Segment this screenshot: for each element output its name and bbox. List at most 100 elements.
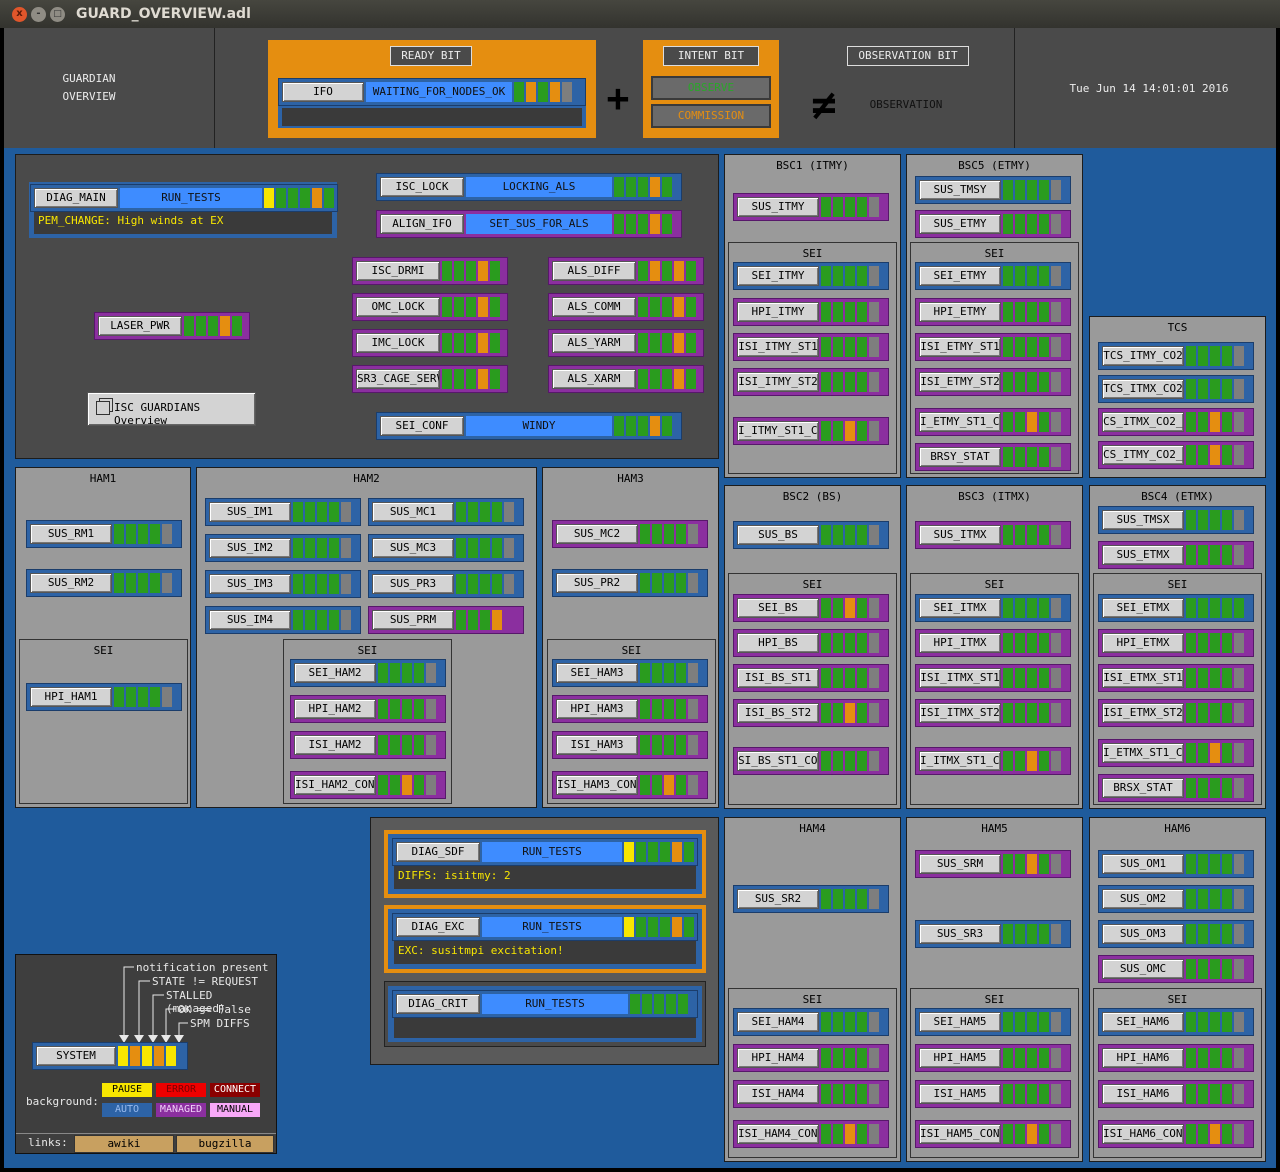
awiki-link[interactable]: awiki xyxy=(74,1135,174,1153)
sei-ham6-button[interactable]: SEI_HAM6 xyxy=(1102,1012,1184,1032)
isi-ham3-button[interactable]: ISI_HAM3 xyxy=(556,735,638,755)
hpi-ham5-button[interactable]: HPI_HAM5 xyxy=(919,1048,1001,1068)
brsx-stat-button[interactable]: BRSX_STAT xyxy=(1102,778,1184,798)
hpi-itmx-button[interactable]: HPI_ITMX xyxy=(919,633,1001,653)
sus-tmsy-button[interactable]: SUS_TMSY xyxy=(919,180,1001,200)
isi-ham5-conf-button[interactable]: ISI_HAM5_CONF xyxy=(919,1124,1001,1144)
close-button[interactable]: x xyxy=(12,7,27,22)
sus-itmy-button[interactable]: SUS_ITMY xyxy=(737,197,819,217)
sus-rm1-button[interactable]: SUS_RM1 xyxy=(30,524,112,544)
sei-itmx-button[interactable]: SEI_ITMX xyxy=(919,598,1001,618)
als-yarm-node-button[interactable]: ALS_YARM xyxy=(552,333,636,353)
ifo-button[interactable]: IFO xyxy=(282,82,364,102)
sus-srm-button[interactable]: SUS_SRM xyxy=(919,854,1001,874)
isc-guardians-overview-button[interactable]: ISC GUARDIANS Overview xyxy=(87,392,256,427)
sus-im1-button[interactable]: SUS_IM1 xyxy=(209,502,291,522)
hpi-itmy-button[interactable]: HPI_ITMY xyxy=(737,302,819,322)
bugzilla-link[interactable]: bugzilla xyxy=(176,1135,274,1153)
sus-mc2-button[interactable]: SUS_MC2 xyxy=(556,524,638,544)
maximize-button[interactable]: □ xyxy=(50,7,65,22)
isi-etmx-st1-button[interactable]: ISI_ETMX_ST1 xyxy=(1102,668,1184,688)
tcs-itmy-co2-pwr-button[interactable]: CS_ITMY_CO2_PW xyxy=(1102,445,1184,465)
isi-itmx-st1-conf-button[interactable]: I_ITMX_ST1_CO xyxy=(919,751,1001,771)
sei-itmy-button[interactable]: SEI_ITMY xyxy=(737,266,819,286)
sus-mc3-button[interactable]: SUS_MC3 xyxy=(372,538,454,558)
sus-etmy-button[interactable]: SUS_ETMY xyxy=(919,214,1001,234)
sus-im3-button[interactable]: SUS_IM3 xyxy=(209,574,291,594)
isi-bs-st1-conf-button[interactable]: SI_BS_ST1_CON xyxy=(737,751,819,771)
tcs-itmx-co2-button[interactable]: TCS_ITMX_CO2 xyxy=(1102,379,1184,399)
isi-ham4-conf-button[interactable]: ISI_HAM4_CONF xyxy=(737,1124,819,1144)
isi-etmy-st2-button[interactable]: ISI_ETMY_ST2 xyxy=(919,372,1001,392)
brsy-stat-button[interactable]: BRSY_STAT xyxy=(919,447,1001,467)
hpi-ham4-button[interactable]: HPI_HAM4 xyxy=(737,1048,819,1068)
isi-ham4-button[interactable]: ISI_HAM4 xyxy=(737,1084,819,1104)
sus-omc-button[interactable]: SUS_OMC xyxy=(1102,959,1184,979)
sei-etmx-button[interactable]: SEI_ETMX xyxy=(1102,598,1184,618)
sus-tmsx-button[interactable]: SUS_TMSX xyxy=(1102,510,1184,530)
isc-lock-node-button[interactable]: ISC_LOCK xyxy=(380,177,464,197)
hpi-ham3-button[interactable]: HPI_HAM3 xyxy=(556,699,638,719)
sus-om1-button[interactable]: SUS_OM1 xyxy=(1102,854,1184,874)
isi-itmx-st2-button[interactable]: ISI_ITMX_ST2 xyxy=(919,703,1001,723)
sus-etmx-button[interactable]: SUS_ETMX xyxy=(1102,545,1184,565)
isi-etmx-st1-conf-button[interactable]: I_ETMX_ST1_CO xyxy=(1102,743,1184,763)
isi-ham5-button[interactable]: ISI_HAM5 xyxy=(919,1084,1001,1104)
sei-bs-button[interactable]: SEI_BS xyxy=(737,598,819,618)
hpi-etmx-button[interactable]: HPI_ETMX xyxy=(1102,633,1184,653)
sr3-cage-servo-node-button[interactable]: SR3_CAGE_SERVO xyxy=(356,369,440,389)
tcs-itmx-co2-pwr-button[interactable]: CS_ITMX_CO2_PW xyxy=(1102,412,1184,432)
sus-im4-button[interactable]: SUS_IM4 xyxy=(209,610,291,630)
tcs-itmy-co2-button[interactable]: TCS_ITMY_CO2 xyxy=(1102,346,1184,366)
isi-ham2-conf-button[interactable]: ISI_HAM2_CONF xyxy=(294,775,376,795)
sus-sr3-button[interactable]: SUS_SR3 xyxy=(919,924,1001,944)
isi-ham2-button[interactable]: ISI_HAM2 xyxy=(294,735,376,755)
isi-ham6-conf-button[interactable]: ISI_HAM6_CONF xyxy=(1102,1124,1184,1144)
sus-prm-button[interactable]: SUS_PRM xyxy=(372,610,454,630)
sei-ham5-button[interactable]: SEI_HAM5 xyxy=(919,1012,1001,1032)
sus-om3-button[interactable]: SUS_OM3 xyxy=(1102,924,1184,944)
isi-ham3-conf-button[interactable]: ISI_HAM3_CONF xyxy=(556,775,638,795)
imc-lock-node-button[interactable]: IMC_LOCK xyxy=(356,333,440,353)
diag-sdf-node-button[interactable]: DIAG_SDF xyxy=(396,842,480,862)
align-ifo-node-button[interactable]: ALIGN_IFO xyxy=(380,214,464,234)
sus-rm2-button[interactable]: SUS_RM2 xyxy=(30,573,112,593)
isi-bs-st1-button[interactable]: ISI_BS_ST1 xyxy=(737,668,819,688)
commission-button[interactable]: COMMISSION xyxy=(651,104,771,128)
als-xarm-node-button[interactable]: ALS_XARM xyxy=(552,369,636,389)
isi-etmy-st1-button[interactable]: ISI_ETMY_ST1 xyxy=(919,337,1001,357)
diag-crit-node-button[interactable]: DIAG_CRIT xyxy=(396,994,480,1014)
hpi-ham2-button[interactable]: HPI_HAM2 xyxy=(294,699,376,719)
diag-main-node-button[interactable]: DIAG_MAIN xyxy=(34,188,118,208)
als-comm-node-button[interactable]: ALS_COMM xyxy=(552,297,636,317)
isi-itmy-st1-button[interactable]: ISI_ITMY_ST1 xyxy=(737,337,819,357)
sei-conf-node-button[interactable]: SEI_CONF xyxy=(380,416,464,436)
minimize-button[interactable]: - xyxy=(31,7,46,22)
isi-etmx-st2-button[interactable]: ISI_ETMX_ST2 xyxy=(1102,703,1184,723)
hpi-etmy-button[interactable]: HPI_ETMY xyxy=(919,302,1001,322)
isi-itmx-st1-button[interactable]: ISI_ITMX_ST1 xyxy=(919,668,1001,688)
sus-pr2-button[interactable]: SUS_PR2 xyxy=(556,573,638,593)
sei-etmy-button[interactable]: SEI_ETMY xyxy=(919,266,1001,286)
isi-etmy-st1-conf-button[interactable]: I_ETMY_ST1_CO xyxy=(919,412,1001,432)
hpi-ham1-button[interactable]: HPI_HAM1 xyxy=(30,687,112,707)
sus-sr2-button[interactable]: SUS_SR2 xyxy=(737,889,819,909)
sus-pr3-button[interactable]: SUS_PR3 xyxy=(372,574,454,594)
sus-bs-button[interactable]: SUS_BS xyxy=(737,525,819,545)
isi-itmy-st2-button[interactable]: ISI_ITMY_ST2 xyxy=(737,372,819,392)
isi-itmy-st1-conf-button[interactable]: I_ITMY_ST1_CO xyxy=(737,421,819,441)
sei-ham4-button[interactable]: SEI_HAM4 xyxy=(737,1012,819,1032)
sus-mc1-button[interactable]: SUS_MC1 xyxy=(372,502,454,522)
laser-pwr-node-button[interactable]: LASER_PWR xyxy=(98,316,182,336)
omc-lock-node-button[interactable]: OMC_LOCK xyxy=(356,297,440,317)
isi-ham6-button[interactable]: ISI_HAM6 xyxy=(1102,1084,1184,1104)
als-diff-node-button[interactable]: ALS_DIFF xyxy=(552,261,636,281)
observe-button[interactable]: OBSERVE xyxy=(651,76,771,100)
sei-ham3-button[interactable]: SEI_HAM3 xyxy=(556,663,638,683)
sus-im2-button[interactable]: SUS_IM2 xyxy=(209,538,291,558)
isc-drmi-node-button[interactable]: ISC_DRMI xyxy=(356,261,440,281)
isi-bs-st2-button[interactable]: ISI_BS_ST2 xyxy=(737,703,819,723)
hpi-ham6-button[interactable]: HPI_HAM6 xyxy=(1102,1048,1184,1068)
diag-exc-node-button[interactable]: DIAG_EXC xyxy=(396,917,480,937)
sus-itmx-button[interactable]: SUS_ITMX xyxy=(919,525,1001,545)
